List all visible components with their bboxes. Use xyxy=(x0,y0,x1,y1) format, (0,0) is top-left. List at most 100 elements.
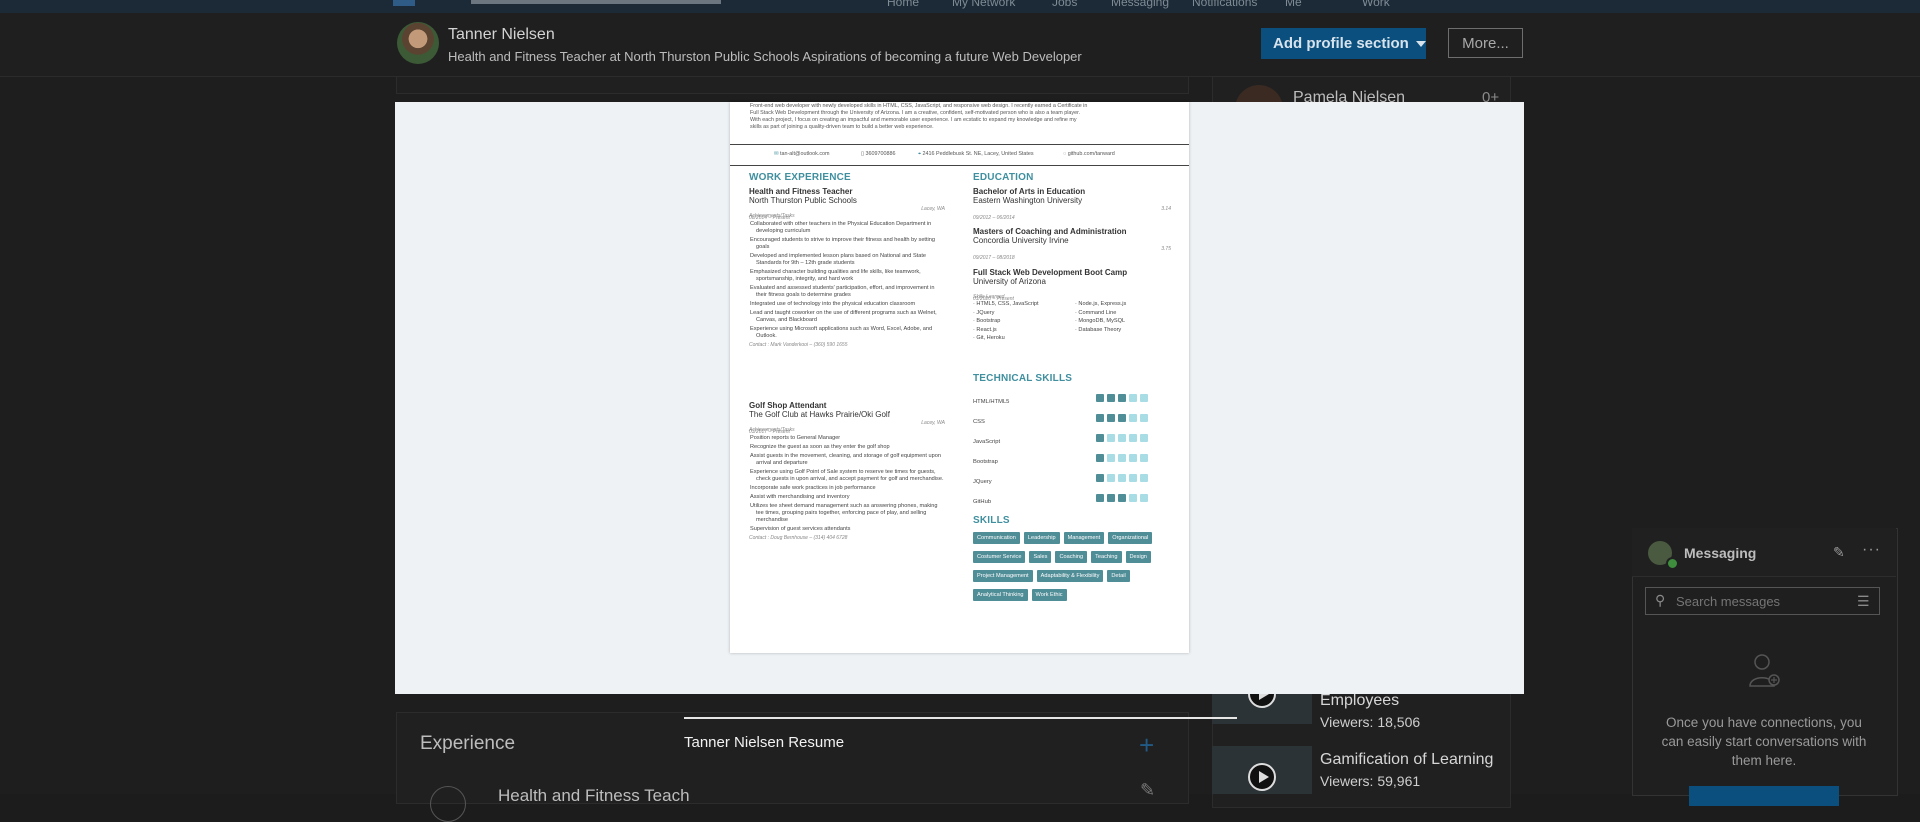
skill-learned-item: · Git, Heroku xyxy=(973,334,1073,343)
skills-learned-list: · Node.js, Express.js · Command Line · Mon… xyxy=(1075,300,1175,334)
more-button[interactable]: More... xyxy=(1448,28,1523,58)
skill-level-rating xyxy=(1096,389,1151,407)
skill-level-rating xyxy=(1096,489,1151,507)
edu-degree: Full Stack Web Development Boot Camp xyxy=(973,268,1128,277)
skill-learned-text: MongoDB, MySQL xyxy=(1078,318,1126,324)
course-title[interactable]: Employees xyxy=(1320,692,1399,710)
contact-phone: ▯ 3609700886 xyxy=(861,151,895,157)
rating-dot-filled xyxy=(1118,394,1126,402)
linkedin-logo-icon[interactable] xyxy=(393,0,415,6)
job-bullets: Position reports to General Manager Recog… xyxy=(749,435,959,533)
job-bullet: Utilizes tee sheet demand management suc… xyxy=(750,503,938,523)
job-meta-row: 08/2014 – Present Lacey, WA xyxy=(749,206,959,221)
technical-skill-row: HTML/HTML5 xyxy=(973,390,1173,410)
skill-tag: Design xyxy=(1125,551,1151,563)
profile-avatar[interactable] xyxy=(397,22,439,64)
rating-dot-empty xyxy=(1129,474,1137,482)
rating-dot-filled xyxy=(1107,394,1115,402)
rating-dot-filled xyxy=(1096,394,1104,402)
education-entry: Masters of Coaching and Administration C… xyxy=(973,227,1171,261)
rating-dot-empty xyxy=(1129,414,1137,422)
messaging-action-button[interactable] xyxy=(1689,786,1839,806)
summary-line: With each project, I focus on creating a… xyxy=(750,117,1077,123)
search-messages-input[interactable] xyxy=(1645,587,1880,615)
rating-dot-filled xyxy=(1096,434,1104,442)
edu-school: Eastern Washington University xyxy=(973,196,1083,205)
contact-github: ◌ github.com/tanward xyxy=(1063,151,1115,157)
rating-dot-empty xyxy=(1140,454,1148,462)
messaging-title[interactable]: Messaging xyxy=(1684,545,1756,561)
nav-messaging[interactable]: Messaging xyxy=(1111,0,1169,9)
add-connection-icon xyxy=(1749,654,1780,687)
nav-home[interactable]: Home xyxy=(887,0,919,9)
contact-email: ✉ tan-alt@outlook.com xyxy=(774,151,830,157)
rating-dot-filled xyxy=(1107,494,1115,502)
course-title[interactable]: Gamification of Learning xyxy=(1320,751,1493,769)
edu-dates: 09/2017 – 08/2018 xyxy=(973,255,1015,261)
add-profile-section-label: Add profile section xyxy=(1273,35,1409,52)
skill-learned-item: · MongoDB, MySQL xyxy=(1075,317,1175,326)
caption-divider xyxy=(684,717,1237,719)
rating-dot-empty xyxy=(1140,474,1148,482)
education-heading: EDUCATION xyxy=(973,172,1034,183)
course-views: Viewers: 18,506 xyxy=(1320,714,1421,730)
edu-gpa: 3.75 xyxy=(1161,246,1171,252)
nav-jobs[interactable]: Jobs xyxy=(1052,0,1077,9)
skill-learned-text: Bootstrap xyxy=(976,318,1001,324)
more-options-icon[interactable]: ··· xyxy=(1862,541,1881,559)
add-profile-section-button[interactable]: Add profile section xyxy=(1261,28,1426,59)
edu-school: University of Arizona xyxy=(973,277,1046,286)
technical-skill-name: CSS xyxy=(973,419,985,425)
filter-icon[interactable]: ☰ xyxy=(1857,593,1870,610)
skill-level-rating xyxy=(1096,409,1151,427)
experience-item-title[interactable]: Health and Fitness Teach xyxy=(498,786,690,806)
skill-tag: Coaching xyxy=(1055,551,1088,563)
job-bullet: Collaborated with other teachers in the … xyxy=(750,221,932,234)
resume-document[interactable]: Front-end web developer with newly devel… xyxy=(730,102,1189,653)
skill-tag: Teaching xyxy=(1091,551,1122,563)
skill-learned-item: · Database Theory xyxy=(1075,326,1175,335)
contact-email-text: tan-alt@outlook.com xyxy=(780,151,830,157)
rating-dot-empty xyxy=(1129,454,1137,462)
company-logo xyxy=(430,786,466,822)
divider xyxy=(730,165,1189,166)
job-location: Lacey, WA xyxy=(921,206,945,212)
rating-dot-empty xyxy=(1118,434,1126,442)
edit-pencil-icon[interactable]: ✎ xyxy=(1140,780,1155,801)
job-dates: 03/2017 – Present xyxy=(749,429,790,435)
global-search-input[interactable] xyxy=(471,0,721,4)
compose-icon[interactable]: ✎ xyxy=(1833,544,1845,561)
profile-headline: Health and Fitness Teacher at North Thur… xyxy=(448,49,1082,64)
edu-degree: Bachelor of Arts in Education xyxy=(973,187,1086,196)
play-icon[interactable] xyxy=(1248,763,1276,791)
technical-skill-row: CSS xyxy=(973,410,1173,430)
job-title: Health and Fitness Teacher xyxy=(749,187,853,196)
rating-dot-empty xyxy=(1129,494,1137,502)
contact-github-text: github.com/tanward xyxy=(1067,151,1115,157)
work-experience-heading: WORK EXPERIENCE xyxy=(749,172,851,183)
rating-dot-empty xyxy=(1107,454,1115,462)
rating-dot-empty xyxy=(1140,494,1148,502)
job-bullet: Encouraged students to strive to improve… xyxy=(750,237,936,250)
skill-learned-item: · Command Line xyxy=(1075,309,1175,318)
job-bullet: Emphasized character building qualities … xyxy=(750,269,921,282)
about-card xyxy=(396,76,1189,94)
edu-dates: 09/2012 – 06/2014 xyxy=(973,215,1015,221)
skill-learned-text: Command Line xyxy=(1078,309,1117,316)
job-bullet: Recognize the guest as soon as they ente… xyxy=(750,444,890,450)
nav-me[interactable]: Me xyxy=(1285,0,1302,9)
rating-dot-filled xyxy=(1107,414,1115,422)
nav-notifications[interactable]: Notifications xyxy=(1192,0,1257,9)
skill-level-rating xyxy=(1096,429,1151,447)
add-experience-plus-icon[interactable]: + xyxy=(1139,730,1154,761)
skill-learned-item: · Bootstrap xyxy=(973,317,1073,326)
skill-learned-item: · HTML5, CSS, JavaScript xyxy=(973,300,1073,309)
skill-tag: Work Ethic xyxy=(1031,589,1067,601)
rating-dot-filled xyxy=(1096,474,1104,482)
skill-level-rating xyxy=(1096,449,1151,467)
nav-work[interactable]: Work xyxy=(1362,0,1390,9)
skill-tag: Sales xyxy=(1029,551,1052,563)
nav-my-network[interactable]: My Network xyxy=(952,0,1015,9)
rating-dot-empty xyxy=(1107,474,1115,482)
skill-learned-text: HTML5, CSS, JavaScript xyxy=(976,301,1039,307)
